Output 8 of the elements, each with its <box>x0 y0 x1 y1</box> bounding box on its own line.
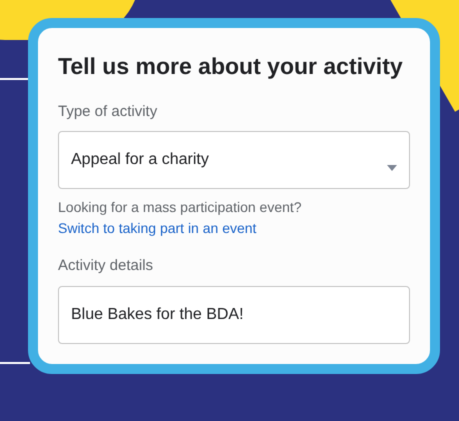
card-title: Tell us more about your activity <box>58 52 404 81</box>
hint-text: Looking for a mass participation event? <box>58 198 302 218</box>
field-label: Type of activity <box>58 102 158 122</box>
field-label: Activity details <box>58 256 154 276</box>
caret-icon <box>387 165 397 172</box>
activity-type-dropdown[interactable]: Appeal for a charity <box>58 131 410 190</box>
activity-details-field[interactable]: Blue Bakes for the BDA! <box>58 286 410 344</box>
switch-link[interactable]: Switch to taking part in an event <box>58 218 256 240</box>
